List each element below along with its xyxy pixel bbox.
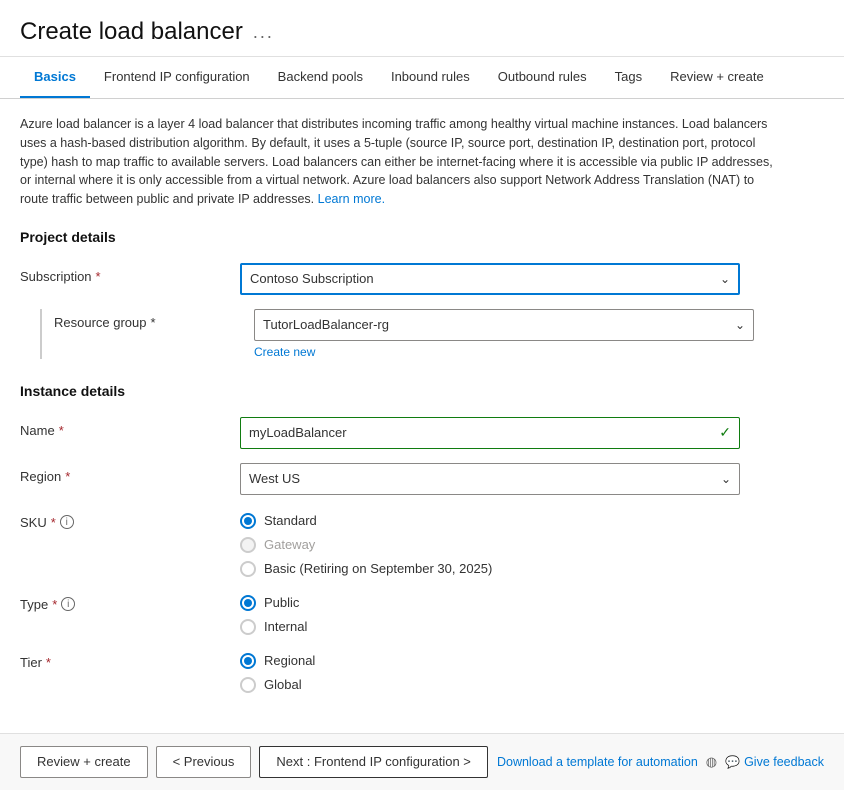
- resource-group-label: Resource group *: [54, 309, 254, 330]
- title-ellipsis: ...: [253, 22, 274, 43]
- tier-radio-group: Regional Global: [240, 649, 740, 693]
- sku-gateway-option[interactable]: Gateway: [240, 537, 740, 553]
- tab-tags[interactable]: Tags: [601, 57, 656, 98]
- tab-inbound-rules[interactable]: Inbound rules: [377, 57, 484, 98]
- resource-group-dropdown-arrow: ⌄: [735, 318, 745, 332]
- page-header: Create load balancer ...: [0, 0, 844, 57]
- previous-button[interactable]: < Previous: [156, 746, 252, 778]
- sku-control: Standard Gateway Basic (Retiring on Sept…: [240, 509, 740, 577]
- tab-review-create[interactable]: Review + create: [656, 57, 778, 98]
- sku-row: SKU * i Standard Gateway: [20, 509, 824, 577]
- footer-links: Download a template for automation ◍ 💬 G…: [497, 754, 824, 770]
- tab-outbound-rules[interactable]: Outbound rules: [484, 57, 601, 98]
- project-details-header: Project details: [20, 229, 824, 249]
- resource-group-row: Resource group * TutorLoadBalancer-rg ⌄ …: [40, 309, 824, 359]
- region-dropdown[interactable]: West US ⌄: [240, 463, 740, 495]
- tier-global-radio[interactable]: [240, 677, 256, 693]
- type-public-option[interactable]: Public: [240, 595, 740, 611]
- type-row: Type * i Public Internal: [20, 591, 824, 635]
- name-valid-icon: ✓: [719, 424, 731, 441]
- title-text: Create load balancer: [20, 18, 243, 46]
- sku-radio-group: Standard Gateway Basic (Retiring on Sept…: [240, 509, 740, 577]
- subscription-row: Subscription * Contoso Subscription ⌄: [20, 263, 824, 295]
- description-text: Azure load balancer is a layer 4 load ba…: [20, 115, 780, 209]
- subscription-dropdown[interactable]: Contoso Subscription ⌄: [240, 263, 740, 295]
- tier-control: Regional Global: [240, 649, 740, 693]
- subscription-dropdown-arrow: ⌄: [720, 272, 730, 286]
- page-title: Create load balancer ...: [20, 18, 824, 46]
- sku-basic-radio[interactable]: [240, 561, 256, 577]
- type-radio-group: Public Internal: [240, 591, 740, 635]
- download-template-link[interactable]: Download a template for automation: [497, 755, 698, 769]
- sku-label: SKU * i: [20, 509, 240, 530]
- tier-row: Tier * Regional Global: [20, 649, 824, 693]
- content-area: Azure load balancer is a layer 4 load ba…: [0, 99, 844, 733]
- page-container: Create load balancer ... Basics Frontend…: [0, 0, 844, 790]
- project-details-section: Project details Subscription * Contoso S…: [20, 229, 824, 359]
- type-public-radio[interactable]: [240, 595, 256, 611]
- instance-details-section: Instance details Name * myLoadBalancer ✓…: [20, 383, 824, 693]
- feedback-icon: 💬: [725, 755, 740, 769]
- region-label: Region *: [20, 463, 240, 484]
- tier-global-option[interactable]: Global: [240, 677, 740, 693]
- name-row: Name * myLoadBalancer ✓: [20, 417, 824, 449]
- give-feedback-link[interactable]: Give feedback: [744, 755, 824, 769]
- sku-info-icon[interactable]: i: [60, 515, 74, 529]
- type-internal-radio[interactable]: [240, 619, 256, 635]
- instance-details-header: Instance details: [20, 383, 824, 403]
- type-internal-option[interactable]: Internal: [240, 619, 740, 635]
- name-label: Name *: [20, 417, 240, 438]
- sku-gateway-radio[interactable]: [240, 537, 256, 553]
- next-button[interactable]: Next : Frontend IP configuration >: [259, 746, 488, 778]
- region-control: West US ⌄: [240, 463, 740, 495]
- learn-more-link[interactable]: Learn more.: [318, 192, 385, 206]
- type-info-icon[interactable]: i: [61, 597, 75, 611]
- tab-frontend-ip[interactable]: Frontend IP configuration: [90, 57, 264, 98]
- sku-standard-radio[interactable]: [240, 513, 256, 529]
- name-control: myLoadBalancer ✓: [240, 417, 740, 449]
- resource-group-control: TutorLoadBalancer-rg ⌄ Create new: [254, 309, 754, 359]
- resource-group-dropdown[interactable]: TutorLoadBalancer-rg ⌄: [254, 309, 754, 341]
- region-dropdown-arrow: ⌄: [721, 472, 731, 486]
- nav-tabs: Basics Frontend IP configuration Backend…: [0, 57, 844, 99]
- type-control: Public Internal: [240, 591, 740, 635]
- sku-basic-option[interactable]: Basic (Retiring on September 30, 2025): [240, 561, 740, 577]
- footer: Review + create < Previous Next : Fronte…: [0, 733, 844, 790]
- tier-regional-option[interactable]: Regional: [240, 653, 740, 669]
- tier-regional-radio[interactable]: [240, 653, 256, 669]
- create-new-link[interactable]: Create new: [254, 345, 315, 359]
- name-input[interactable]: myLoadBalancer ✓: [240, 417, 740, 449]
- tab-basics[interactable]: Basics: [20, 57, 90, 98]
- region-row: Region * West US ⌄: [20, 463, 824, 495]
- tier-label: Tier *: [20, 649, 240, 670]
- subscription-control: Contoso Subscription ⌄: [240, 263, 740, 295]
- tab-backend-pools[interactable]: Backend pools: [264, 57, 377, 98]
- subscription-label: Subscription *: [20, 263, 240, 284]
- sku-standard-option[interactable]: Standard: [240, 513, 740, 529]
- type-label: Type * i: [20, 591, 240, 612]
- review-create-button[interactable]: Review + create: [20, 746, 148, 778]
